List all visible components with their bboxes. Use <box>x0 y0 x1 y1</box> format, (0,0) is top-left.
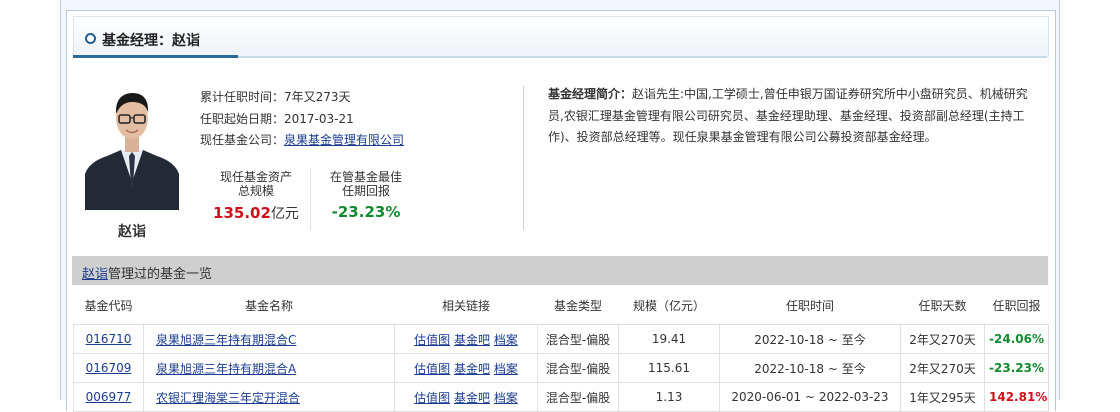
fund-list-title-suffix: 管理过的基金一览 <box>108 267 213 282</box>
fund-list-manager-link[interactable]: 赵诣 <box>82 267 108 282</box>
start-date-info: 任职起始日期：2017-03-21 <box>200 110 354 127</box>
manager-photo <box>85 82 179 210</box>
fund-type: 混合型-偏股 <box>537 353 619 383</box>
col-header-name: 基金名称 <box>244 298 293 313</box>
aum-label: 现任基金资产 总规模 <box>200 170 312 198</box>
col-header-days: 任职天数 <box>918 298 967 313</box>
valuation-chart-link[interactable]: 估值图 <box>414 362 450 376</box>
fund-table-header: 基金代码 基金名称 相关链接 基金类型 规模（亿元） 任职时间 任职天数 任职回… <box>74 286 1049 325</box>
best-return-label-line-2: 任期回报 <box>341 184 390 198</box>
best-return-value: -23.23% <box>331 203 401 221</box>
tenure-period: 2020-06-01 ~ 2022-03-23 <box>719 382 901 412</box>
tenure-period: 2022-10-18 ~ 至今 <box>719 324 901 354</box>
header-active-underline <box>73 55 238 58</box>
company-info: 现任基金公司：泉果基金管理有限公司 <box>200 131 404 148</box>
col-header-return: 任职回报 <box>992 298 1041 313</box>
fund-scale: 115.61 <box>618 353 720 383</box>
fund-list-title: 赵诣管理过的基金一览 <box>82 263 212 282</box>
valuation-chart-link[interactable]: 估值图 <box>414 391 450 405</box>
section-title: 基金经理：赵诣 <box>102 33 200 49</box>
aum-value-group: 135.02亿元 <box>200 203 312 223</box>
fund-scale: 1.13 <box>618 382 720 412</box>
fund-code-link[interactable]: 006977 <box>86 390 132 404</box>
company-link[interactable]: 泉果基金管理有限公司 <box>284 133 404 147</box>
manager-bio: 基金经理简介：赵诣先生:中国,工学硕士,曾任申银万国证券研究所中小盘研究员、机械… <box>548 84 1032 149</box>
fund-name-link[interactable]: 泉果旭源三年持有期混合A <box>156 362 296 376</box>
tenure-label: 累计任职时间： <box>200 90 285 104</box>
fund-scale: 19.41 <box>618 324 720 354</box>
fund-archive-link[interactable]: 档案 <box>494 362 518 376</box>
tenure-period: 2022-10-18 ~ 至今 <box>719 353 901 383</box>
table-row: 006977 农银汇理海棠三年定开混合 估值图 基金吧 档案 混合型-偏股 1.… <box>73 382 1049 412</box>
fund-archive-link[interactable]: 档案 <box>494 333 518 347</box>
aum-unit: 亿元 <box>270 206 299 222</box>
aum-label-line-2: 总规模 <box>237 184 274 198</box>
fund-table: 基金代码 基金名称 相关链接 基金类型 规模（亿元） 任职时间 任职天数 任职回… <box>73 286 1049 412</box>
table-row: 016709 泉果旭源三年持有期混合A 估值图 基金吧 档案 混合型-偏股 11… <box>73 353 1049 383</box>
bio-label: 基金经理简介： <box>548 87 633 101</box>
fund-forum-link[interactable]: 基金吧 <box>454 333 490 347</box>
bio-divider <box>523 86 524 230</box>
tenure-days: 1年又295天 <box>900 382 985 412</box>
aum-value: 135.02 <box>213 204 271 222</box>
fund-code-link[interactable]: 016709 <box>86 361 132 375</box>
start-date-value: 2017-03-21 <box>284 112 354 126</box>
aum-label-line-1: 现任基金资产 <box>219 170 292 184</box>
tenure-return: 142.81% <box>984 382 1049 412</box>
fund-type: 混合型-偏股 <box>537 382 619 412</box>
fund-type: 混合型-偏股 <box>537 324 619 354</box>
tenure-return: -24.06% <box>984 324 1049 354</box>
fund-archive-link[interactable]: 档案 <box>494 391 518 405</box>
tenure-value: 7年又273天 <box>284 90 351 104</box>
fund-name-link[interactable]: 农银汇理海棠三年定开混合 <box>156 391 300 405</box>
section-header <box>73 16 1049 57</box>
valuation-chart-link[interactable]: 估值图 <box>414 333 450 347</box>
manager-name: 赵诣 <box>118 224 146 240</box>
tenure-info: 累计任职时间：7年又273天 <box>200 88 351 105</box>
fund-list-header-bar <box>72 256 1048 285</box>
col-header-period: 任职时间 <box>785 298 834 313</box>
best-return-label: 在管基金最佳 任期回报 <box>310 170 422 198</box>
start-date-label: 任职起始日期： <box>200 112 285 126</box>
col-header-type: 基金类型 <box>553 298 602 313</box>
company-label: 现任基金公司： <box>200 133 285 147</box>
tenure-days: 2年又270天 <box>900 353 985 383</box>
fund-forum-link[interactable]: 基金吧 <box>454 362 490 376</box>
fund-name-link[interactable]: 泉果旭源三年持有期混合C <box>156 333 296 347</box>
fund-code-link[interactable]: 016710 <box>86 332 132 346</box>
col-header-scale: 规模（亿元） <box>632 298 705 313</box>
col-header-code: 基金代码 <box>84 298 133 313</box>
best-return-label-line-1: 在管基金最佳 <box>329 170 402 184</box>
col-header-links: 相关链接 <box>441 298 490 313</box>
table-row: 016710 泉果旭源三年持有期混合C 估值图 基金吧 档案 混合型-偏股 19… <box>73 324 1049 354</box>
tenure-return: -23.23% <box>984 353 1049 383</box>
fund-forum-link[interactable]: 基金吧 <box>454 391 490 405</box>
tenure-days: 2年又270天 <box>900 324 985 354</box>
circle-bullet-icon <box>85 33 96 44</box>
